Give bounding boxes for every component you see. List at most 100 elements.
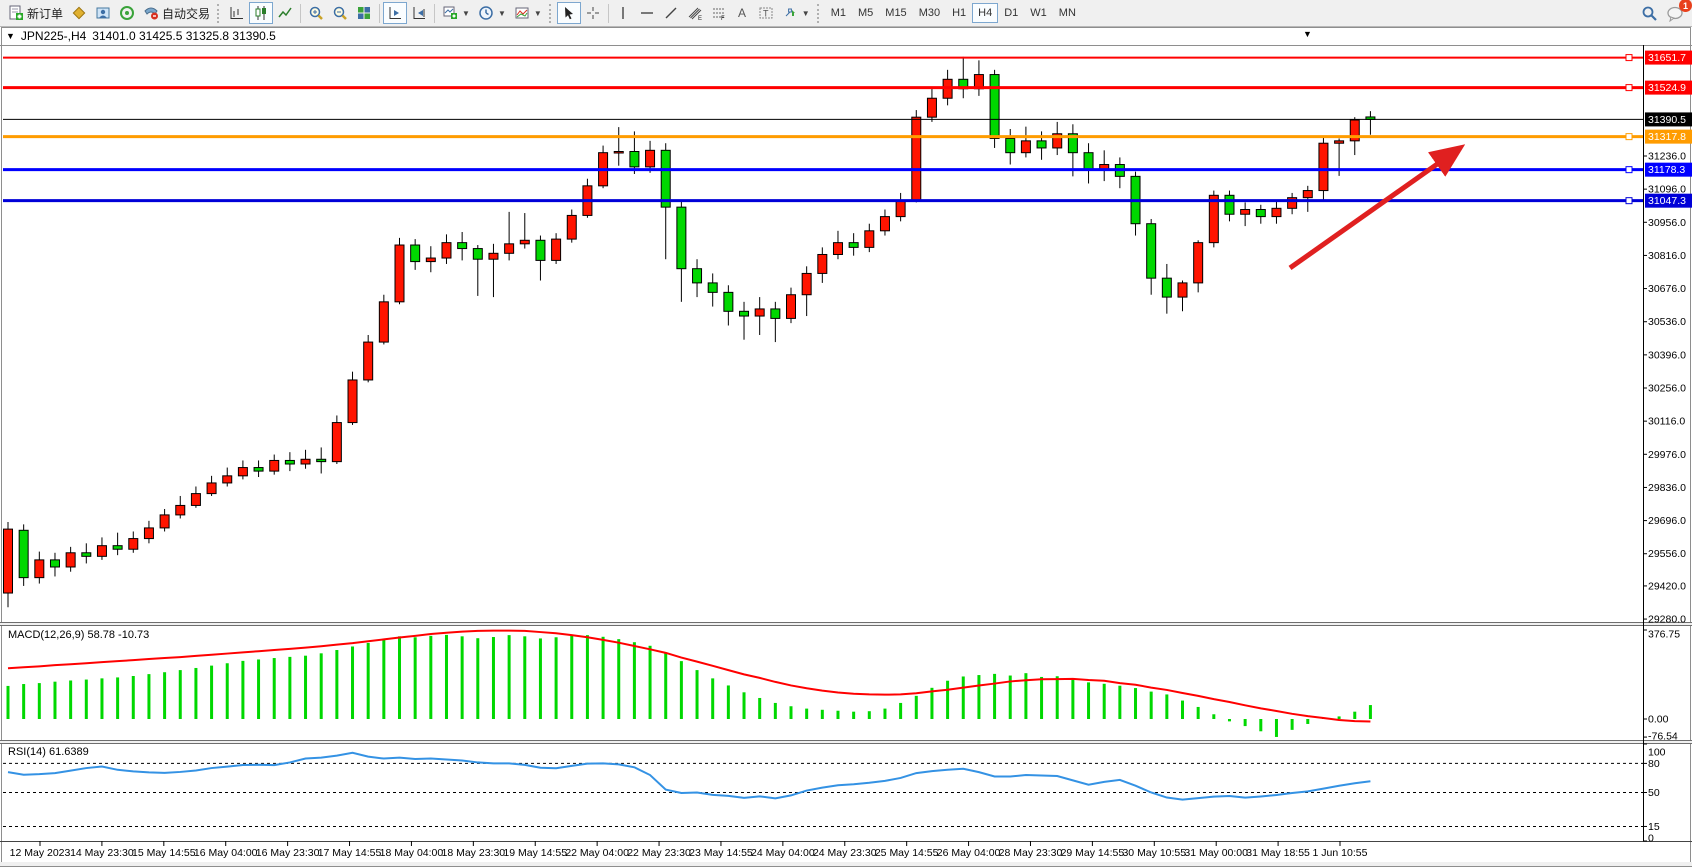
- navigator-icon: [119, 5, 135, 21]
- vertical-line-button[interactable]: [612, 2, 635, 24]
- new-order-button[interactable]: 新订单: [4, 2, 67, 24]
- chart-menu-arrow-icon[interactable]: ▼: [1303, 29, 1312, 39]
- text-button[interactable]: A: [731, 2, 754, 24]
- timeframe-m30[interactable]: M30: [913, 3, 946, 23]
- svg-text:30956.0: 30956.0: [1648, 217, 1686, 229]
- auto-trading-icon: [143, 5, 159, 21]
- macd-indicator-label: MACD(12,26,9) 58.78 -10.73: [8, 629, 149, 641]
- auto-trading-button[interactable]: 自动交易: [139, 2, 214, 24]
- toolbar-separator: [300, 4, 301, 23]
- toolbar-grip: [217, 4, 222, 23]
- gold-diamond-icon: [71, 5, 87, 21]
- new-chart-dropdown[interactable]: ▼: [438, 2, 474, 24]
- svg-text:14 May 23:30: 14 May 23:30: [70, 847, 134, 859]
- crosshair-icon: [585, 5, 601, 21]
- chart-shift-icon: [411, 5, 427, 21]
- fibonacci-icon: F: [711, 5, 727, 21]
- chevron-down-icon: ▼: [534, 9, 542, 18]
- svg-text:17 May 14:55: 17 May 14:55: [318, 847, 382, 859]
- svg-text:30256.0: 30256.0: [1648, 383, 1686, 395]
- trendline-button[interactable]: [659, 2, 683, 24]
- collapse-triangle-icon[interactable]: ▼: [6, 31, 15, 41]
- timeframe-m15[interactable]: M15: [879, 3, 912, 23]
- svg-text:80: 80: [1648, 758, 1660, 770]
- svg-text:31317.8: 31317.8: [1648, 131, 1686, 143]
- periods-dropdown[interactable]: ▼: [474, 2, 510, 24]
- svg-text:100: 100: [1648, 747, 1666, 759]
- line-chart-button[interactable]: [273, 2, 297, 24]
- svg-text:12 May 2023: 12 May 2023: [10, 847, 71, 859]
- svg-text:18 May 23:30: 18 May 23:30: [442, 847, 506, 859]
- tile-windows-button[interactable]: [352, 2, 376, 24]
- vertical-line-icon: [616, 5, 630, 21]
- navigator-button[interactable]: [115, 2, 139, 24]
- price-chart-canvas[interactable]: 31236.031096.030956.030816.030676.030536…: [0, 0, 1692, 868]
- svg-text:31047.3: 31047.3: [1648, 195, 1686, 207]
- search-button[interactable]: [1637, 2, 1662, 24]
- chart-title-bar[interactable]: ▼ JPN225-,H4 31401.0 31425.5 31325.8 313…: [6, 29, 276, 43]
- svg-text:29 May 14:55: 29 May 14:55: [1061, 847, 1125, 859]
- data-window-button[interactable]: [91, 2, 115, 24]
- candlestick-chart-icon: [253, 5, 269, 21]
- arrows-dropdown[interactable]: ▼: [778, 2, 814, 24]
- svg-text:50: 50: [1648, 787, 1660, 799]
- toolbar-grip: [817, 4, 822, 23]
- data-window-icon: [95, 5, 111, 21]
- auto-scroll-button[interactable]: [383, 2, 407, 24]
- new-order-label: 新订单: [27, 5, 63, 22]
- svg-text:30116.0: 30116.0: [1648, 416, 1685, 428]
- timeframe-mn[interactable]: MN: [1053, 3, 1082, 23]
- auto-scroll-icon: [387, 5, 403, 21]
- zoom-in-button[interactable]: [304, 2, 328, 24]
- chart-symbol-label: JPN225-,H4: [21, 29, 86, 43]
- svg-text:E: E: [698, 16, 702, 21]
- timeframe-w1[interactable]: W1: [1024, 3, 1053, 23]
- crosshair-button[interactable]: [581, 2, 605, 24]
- svg-text:31 May 18:55: 31 May 18:55: [1246, 847, 1310, 859]
- text-label-icon: T: [758, 5, 774, 21]
- new-chart-icon: [442, 5, 458, 21]
- new-order-icon: [8, 5, 24, 21]
- svg-text:30676.0: 30676.0: [1648, 283, 1686, 295]
- equidistant-channel-button[interactable]: E: [683, 2, 707, 24]
- text-label-button[interactable]: T: [754, 2, 778, 24]
- auto-trading-label: 自动交易: [162, 5, 210, 22]
- toolbar-separator: [379, 4, 380, 23]
- svg-text:29696.0: 29696.0: [1648, 515, 1686, 527]
- toolbar-grip: [549, 4, 554, 23]
- timeframe-m1[interactable]: M1: [825, 3, 852, 23]
- svg-text:31178.3: 31178.3: [1648, 164, 1685, 176]
- svg-text:16 May 04:00: 16 May 04:00: [194, 847, 258, 859]
- svg-text:23 May 14:55: 23 May 14:55: [689, 847, 753, 859]
- bar-chart-icon: [229, 5, 245, 21]
- bar-chart-button[interactable]: [225, 2, 249, 24]
- svg-text:31390.5: 31390.5: [1648, 114, 1686, 126]
- svg-text:18 May 04:00: 18 May 04:00: [380, 847, 444, 859]
- svg-text:30396.0: 30396.0: [1648, 349, 1686, 361]
- toolbar-separator: [434, 4, 435, 23]
- chart-shift-button[interactable]: [407, 2, 431, 24]
- timeframe-h4[interactable]: H4: [972, 3, 998, 23]
- timeframe-h1[interactable]: H1: [946, 3, 972, 23]
- trendline-icon: [663, 5, 679, 21]
- chart-ohlc-values: 31401.0 31425.5 31325.8 31390.5: [92, 29, 276, 43]
- clock-icon: [478, 5, 494, 21]
- timeframe-m5[interactable]: M5: [852, 3, 879, 23]
- svg-text:0.00: 0.00: [1648, 714, 1669, 726]
- svg-text:22 May 04:00: 22 May 04:00: [565, 847, 629, 859]
- svg-text:1 Jun 10:55: 1 Jun 10:55: [1313, 847, 1368, 859]
- horizontal-line-button[interactable]: [635, 2, 659, 24]
- market-watch-button[interactable]: [67, 2, 91, 24]
- indicators-dropdown[interactable]: ▼: [510, 2, 546, 24]
- cursor-icon: [561, 5, 577, 21]
- zoom-out-icon: [332, 5, 348, 21]
- notifications-button[interactable]: 1: [1662, 2, 1688, 24]
- candlestick-chart-button[interactable]: [249, 2, 273, 24]
- zoom-in-icon: [308, 5, 324, 21]
- timeframe-d1[interactable]: D1: [998, 3, 1024, 23]
- fibonacci-button[interactable]: F: [707, 2, 731, 24]
- zoom-out-button[interactable]: [328, 2, 352, 24]
- cursor-button[interactable]: [557, 2, 581, 24]
- svg-text:26 May 04:00: 26 May 04:00: [937, 847, 1001, 859]
- notification-badge: 1: [1679, 0, 1692, 12]
